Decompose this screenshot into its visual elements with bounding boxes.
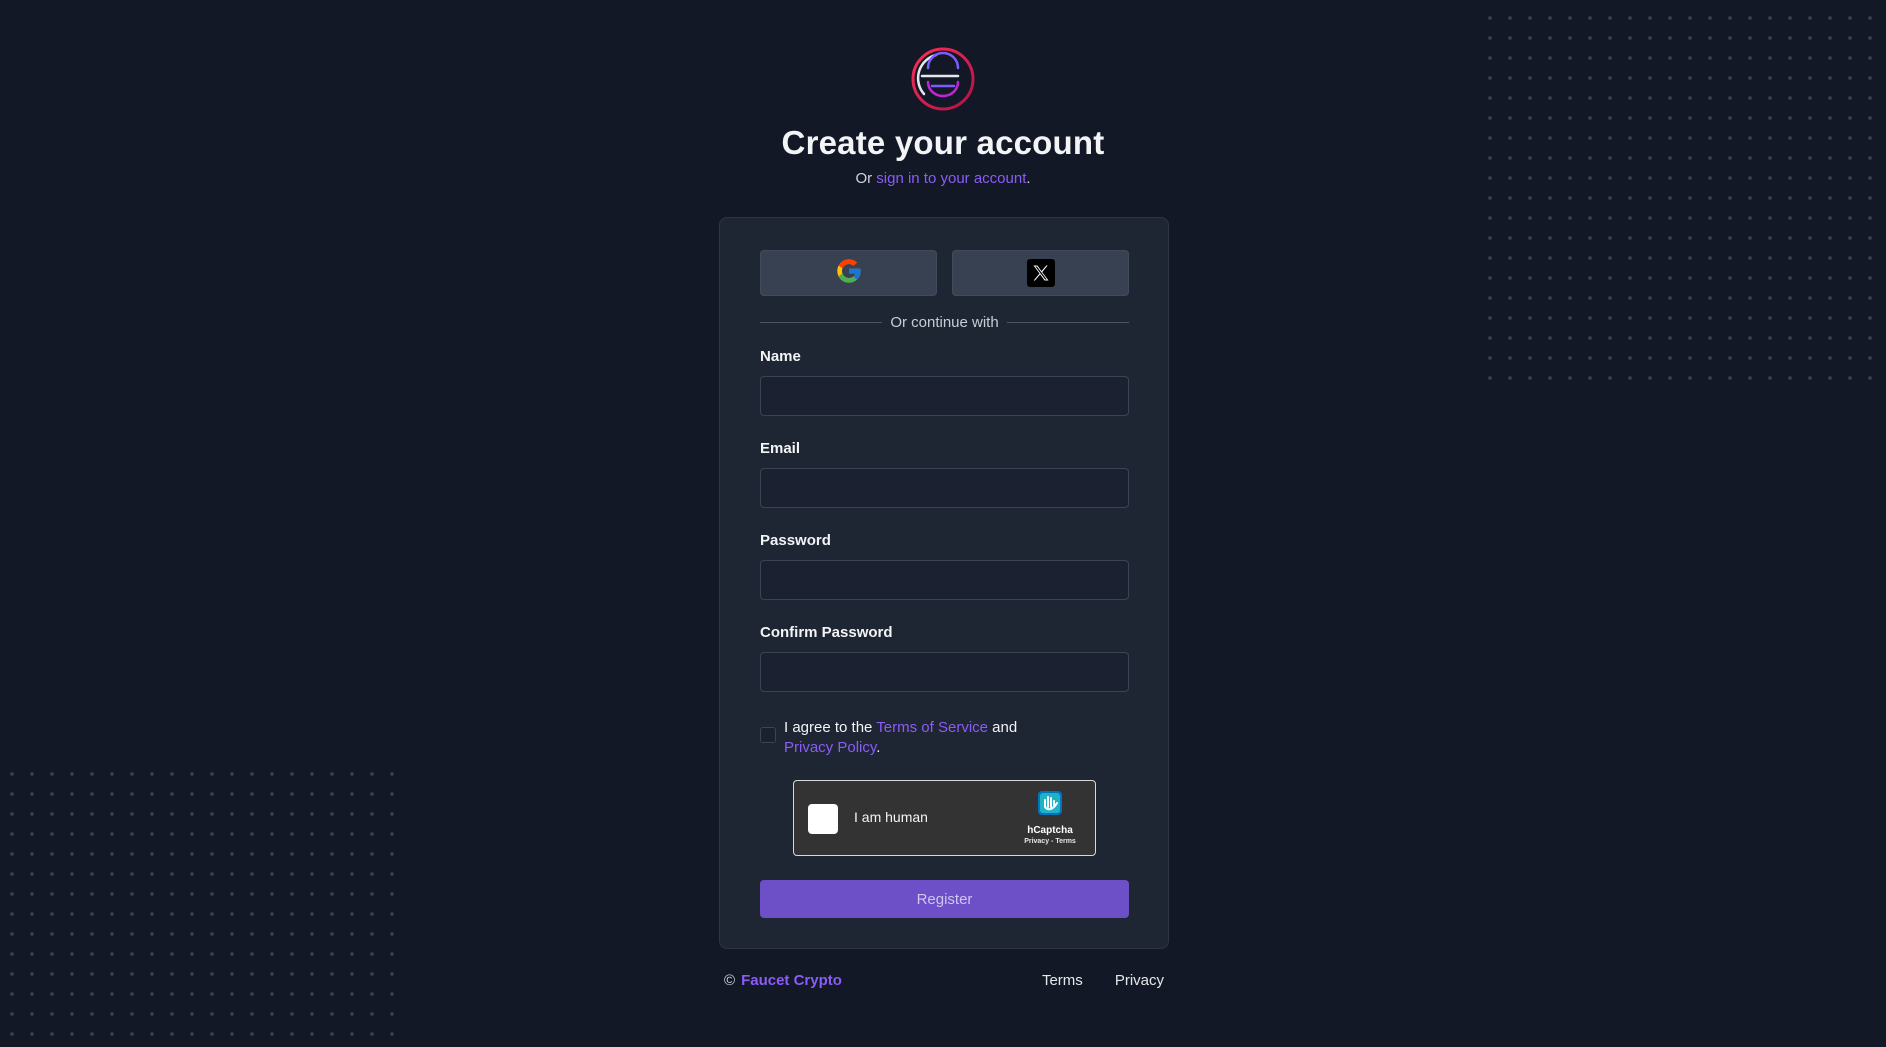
terms-agreement: I agree to the Terms of Service and Priva… <box>760 718 1129 758</box>
dot-pattern-bottom-left <box>0 764 410 1036</box>
google-icon <box>835 257 863 290</box>
terms-checkbox[interactable] <box>760 727 776 743</box>
confirm-password-label: Confirm Password <box>760 624 893 641</box>
hcaptcha-hand-icon <box>1034 791 1066 823</box>
captcha-brand: hCaptcha <box>1027 825 1073 836</box>
email-label: Email <box>760 440 801 457</box>
confirm-password-input[interactable] <box>760 652 1129 692</box>
divider-line-left <box>760 321 883 323</box>
register-card: Or continue with Name Email Password Con… <box>719 217 1169 949</box>
privacy-policy-link[interactable]: Privacy Policy <box>784 739 876 756</box>
register-page: Create your account Or sign in to your a… <box>0 0 1886 1047</box>
footer-privacy-link[interactable]: Privacy <box>1115 972 1164 989</box>
page-subtitle: Or sign in to your account. <box>0 170 1886 187</box>
social-login-row <box>760 250 1129 296</box>
sign-in-link[interactable]: sign in to your account <box>876 170 1026 187</box>
footer-copyright: © Faucet Crypto <box>724 972 842 989</box>
footer-links: Terms Privacy <box>1042 972 1164 989</box>
captcha-links[interactable]: Privacy - Terms <box>1015 838 1085 845</box>
divider-line-right <box>1006 321 1130 323</box>
agreement-suffix: . <box>876 739 881 756</box>
hcaptcha-widget: I am human hCaptcha Privacy - Terms <box>793 780 1096 856</box>
name-label: Name <box>760 348 801 365</box>
subtitle-suffix: . <box>1026 170 1031 187</box>
footer: © Faucet Crypto Terms Privacy <box>724 972 1164 994</box>
x-login-button[interactable] <box>952 250 1129 296</box>
agreement-prefix: I agree to the <box>784 719 877 736</box>
password-input[interactable] <box>760 560 1129 600</box>
x-icon <box>1026 259 1055 287</box>
register-button[interactable]: Register <box>760 880 1129 918</box>
name-input[interactable] <box>760 376 1129 416</box>
faucet-crypto-logo-icon <box>910 46 976 112</box>
copyright-symbol: © <box>724 972 736 989</box>
captcha-checkbox[interactable] <box>808 804 838 834</box>
email-input[interactable] <box>760 468 1129 508</box>
faucet-crypto-link[interactable]: Faucet Crypto <box>741 972 842 989</box>
captcha-label: I am human <box>854 809 928 825</box>
page-title: Create your account <box>781 124 1105 161</box>
hcaptcha-logo: hCaptcha Privacy - Terms <box>1015 787 1085 845</box>
password-label: Password <box>760 532 831 549</box>
agreement-middle: and <box>988 719 1018 736</box>
continue-divider: Or continue with <box>760 312 1130 332</box>
header: Create your account Or sign in to your a… <box>0 46 1886 187</box>
subtitle-prefix: Or <box>855 170 877 187</box>
terms-of-service-link[interactable]: Terms of Service <box>876 719 988 736</box>
agreement-text: I agree to the Terms of Service and Priva… <box>784 718 1017 758</box>
divider-text: Or continue with <box>890 313 999 331</box>
google-login-button[interactable] <box>760 250 937 296</box>
footer-terms-link[interactable]: Terms <box>1042 972 1083 989</box>
